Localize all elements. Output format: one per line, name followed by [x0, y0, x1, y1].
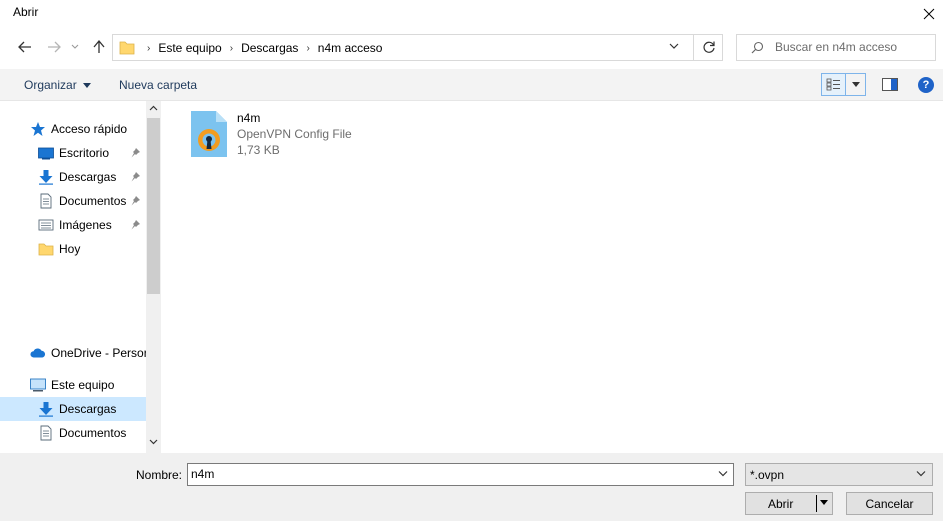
pin-icon[interactable] — [130, 171, 141, 182]
sidebar-item-label: Descargas — [59, 402, 117, 416]
search-input[interactable] — [775, 40, 930, 54]
sidebar-item-acceso-rapido[interactable]: Acceso rápido — [0, 117, 146, 141]
file-name-field[interactable] — [191, 467, 711, 481]
image-icon — [38, 219, 54, 231]
scroll-up-icon[interactable] — [149, 105, 158, 111]
file-item[interactable]: n4m OpenVPN Config File 1,73 KB — [190, 110, 370, 158]
file-name: n4m — [237, 111, 261, 125]
address-bar[interactable]: › Este equipo › Descargas › n4m acceso — [112, 34, 723, 61]
close-icon — [923, 8, 935, 20]
dialog-footer: Nombre: *.ovpn Abrir Cancelar — [0, 453, 943, 521]
breadcrumb-descargas[interactable]: Descargas — [241, 41, 298, 55]
download-icon — [39, 402, 53, 417]
up-button[interactable] — [90, 38, 108, 56]
refresh-icon[interactable] — [702, 40, 716, 54]
scroll-down-icon[interactable] — [149, 439, 158, 445]
document-icon — [40, 425, 52, 441]
pin-icon[interactable] — [130, 219, 141, 230]
organize-label: Organizar — [24, 78, 77, 92]
pin-icon[interactable] — [130, 195, 141, 206]
cancel-button[interactable]: Cancelar — [846, 492, 933, 515]
caret-down-icon — [82, 82, 91, 88]
navigation-pane[interactable]: Acceso rápido Escritorio Descargas Docum… — [0, 101, 161, 453]
close-button[interactable] — [915, 0, 943, 28]
sidebar-item-partial — [0, 445, 146, 453]
chevron-down-icon[interactable] — [718, 470, 728, 477]
desktop-icon — [38, 147, 54, 160]
split-divider — [816, 495, 817, 512]
sidebar-item-label: Imágenes — [59, 218, 112, 232]
forward-button[interactable] — [45, 38, 63, 56]
preview-pane-icon[interactable] — [882, 78, 898, 91]
change-view-button[interactable] — [821, 73, 846, 96]
folder-icon — [119, 41, 135, 55]
caret-down-icon[interactable] — [820, 500, 828, 505]
cloud-icon — [30, 348, 46, 358]
sidebar-item-documentos[interactable]: Documentos — [0, 189, 146, 213]
caret-down-icon — [851, 82, 860, 87]
title-bar: Abrir — [0, 0, 943, 28]
download-icon — [39, 170, 53, 185]
chevron-down-icon — [916, 471, 926, 477]
sidebar-item-label: Documentos — [59, 426, 127, 440]
sidebar-item-este-equipo[interactable]: Este equipo — [0, 373, 146, 397]
breadcrumb-separator-icon: › — [306, 42, 310, 54]
sidebar-item-hoy[interactable]: Hoy — [0, 237, 146, 261]
folder-icon — [38, 243, 54, 256]
recent-locations-button[interactable] — [69, 38, 81, 56]
openvpn-file-icon — [191, 111, 227, 157]
breadcrumb-separator-icon: › — [147, 42, 151, 54]
breadcrumb: › Este equipo › Descargas › n4m acceso — [139, 41, 382, 55]
sidebar-item-descargas[interactable]: Descargas — [0, 165, 146, 189]
sidebar-item-imagenes[interactable]: Imágenes — [0, 213, 146, 237]
help-icon[interactable]: ? — [918, 77, 934, 93]
address-dropdown-icon[interactable] — [669, 42, 679, 50]
arrow-up-icon — [93, 40, 105, 53]
back-button[interactable] — [16, 38, 34, 56]
file-list[interactable]: n4m OpenVPN Config File 1,73 KB — [162, 101, 943, 453]
computer-icon — [30, 378, 46, 392]
sidebar-item-label: Hoy — [59, 242, 81, 256]
sidebar-item-onedrive[interactable]: OneDrive - Persor — [0, 341, 148, 365]
scrollbar-thumb[interactable] — [147, 118, 160, 294]
sidebar-item-label: OneDrive - Persor — [51, 346, 148, 360]
sidebar-item-label: Descargas — [59, 170, 117, 184]
sidebar-item-escritorio[interactable]: Escritorio — [0, 141, 146, 165]
document-icon — [40, 193, 52, 209]
new-folder-button[interactable]: Nueva carpeta — [119, 78, 197, 92]
breadcrumb-n4m-acceso[interactable]: n4m acceso — [318, 41, 383, 55]
sidebar-item-label: Documentos — [59, 194, 127, 208]
file-name-label: Nombre: — [136, 468, 183, 482]
chevron-down-icon — [71, 44, 79, 49]
sidebar-item-label: Este equipo — [51, 378, 115, 392]
file-type-filter-value: *.ovpn — [750, 468, 785, 482]
star-icon — [31, 122, 45, 136]
file-type: OpenVPN Config File — [237, 127, 352, 141]
address-divider — [693, 35, 694, 60]
organize-menu[interactable]: Organizar — [24, 78, 91, 92]
arrow-right-icon — [48, 41, 61, 53]
breadcrumb-separator-icon: › — [229, 42, 234, 54]
breadcrumb-este-equipo[interactable]: Este equipo — [158, 41, 221, 55]
open-button[interactable]: Abrir — [745, 492, 833, 515]
details-view-icon — [826, 78, 840, 91]
command-bar: Organizar Nueva carpeta ? — [0, 69, 943, 101]
search-icon — [751, 41, 764, 54]
file-name-combobox[interactable] — [187, 463, 734, 486]
pin-icon[interactable] — [130, 147, 141, 158]
sidebar-scrollbar[interactable] — [146, 101, 161, 453]
search-box[interactable] — [736, 34, 936, 61]
sidebar-item-documentos-2[interactable]: Documentos — [0, 421, 146, 445]
sidebar-item-label: Acceso rápido — [51, 122, 128, 136]
open-button-label: Abrir — [768, 497, 794, 511]
window-title: Abrir — [13, 5, 39, 19]
file-type-filter[interactable]: *.ovpn — [745, 463, 933, 486]
sidebar-item-descargas-selected[interactable]: Descargas — [0, 397, 146, 421]
view-options-dropdown[interactable] — [846, 73, 866, 96]
arrow-left-icon — [18, 41, 31, 53]
sidebar-item-label: Escritorio — [59, 146, 110, 160]
file-size: 1,73 KB — [237, 143, 280, 157]
